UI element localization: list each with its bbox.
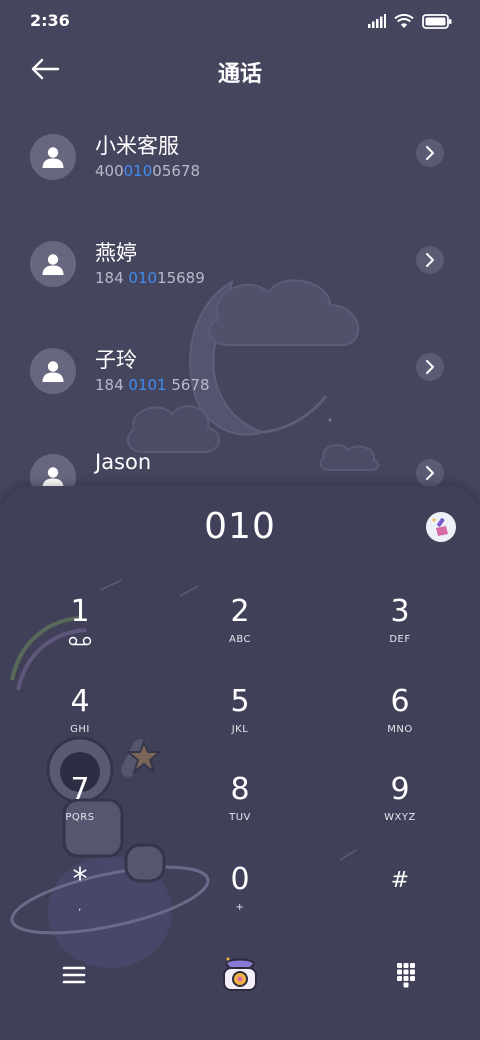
- chevron-right-icon: [426, 360, 434, 374]
- voicemail-icon: [68, 636, 92, 646]
- dialpad-bottom-bar: [0, 938, 480, 1018]
- dial-key-star[interactable]: * ,: [20, 854, 140, 934]
- chevron-right-icon: [426, 253, 434, 267]
- dial-key-3[interactable]: 3 DEF: [340, 586, 460, 666]
- person-icon: [42, 147, 64, 168]
- contact-details-button[interactable]: [416, 353, 444, 381]
- contact-number: 184 0101 5678: [95, 376, 210, 394]
- chevron-right-icon: [426, 466, 434, 480]
- dial-key-0[interactable]: 0 +: [180, 854, 300, 934]
- app-bar: 通话: [0, 42, 480, 98]
- status-time: 2:36: [30, 11, 70, 30]
- contact-name: Jason: [95, 450, 152, 474]
- keypad-grid-icon: [397, 963, 415, 988]
- menu-button[interactable]: [60, 962, 90, 988]
- dial-key-1[interactable]: 1: [20, 586, 140, 666]
- contact-item[interactable]: 小米客服 40001005678: [0, 114, 480, 204]
- contact-name: 小米客服: [95, 134, 179, 158]
- contact-name: 子玲: [95, 348, 137, 372]
- contact-details-button[interactable]: [416, 139, 444, 167]
- status-bar: 2:36: [0, 0, 480, 42]
- dial-key-hash[interactable]: #: [340, 854, 460, 934]
- call-button[interactable]: [216, 950, 264, 998]
- broom-icon: [432, 518, 448, 536]
- dial-key-2[interactable]: 2 ABC: [180, 586, 300, 666]
- contact-number: 184 01015689: [95, 269, 205, 287]
- dial-key-7[interactable]: 7 PQRS: [20, 764, 140, 844]
- signal-icon: [368, 14, 386, 28]
- keypad-toggle-button[interactable]: [392, 960, 420, 988]
- avatar: [30, 348, 76, 394]
- telephone-icon: [223, 957, 257, 991]
- dialpad-panel: 010 1 2 ABC 3 DEF 4 GHI 5 JKL 6 MNO 7 PQ…: [0, 486, 480, 1040]
- menu-icon: [62, 966, 86, 984]
- contact-number: 40001005678: [95, 162, 200, 180]
- person-icon: [42, 361, 64, 382]
- dial-key-8[interactable]: 8 TUV: [180, 764, 300, 844]
- avatar: [30, 241, 76, 287]
- contact-name: 燕婷: [95, 241, 137, 265]
- dial-key-9[interactable]: 9 WXYZ: [340, 764, 460, 844]
- dial-key-4[interactable]: 4 GHI: [20, 676, 140, 756]
- avatar: [30, 134, 76, 180]
- contact-details-button[interactable]: [416, 246, 444, 274]
- clean-button[interactable]: [426, 512, 456, 542]
- battery-icon: [422, 13, 452, 29]
- contact-item[interactable]: 燕婷 184 01015689: [0, 221, 480, 311]
- page-title: 通话: [217, 62, 262, 87]
- status-icons: [368, 12, 452, 30]
- person-icon: [42, 254, 64, 275]
- contact-details-button[interactable]: [416, 459, 444, 487]
- dial-key-5[interactable]: 5 JKL: [180, 676, 300, 756]
- chevron-right-icon: [426, 146, 434, 160]
- dialed-number: 010: [204, 506, 276, 547]
- wifi-icon: [394, 13, 414, 28]
- contact-item[interactable]: 子玲 184 0101 5678: [0, 328, 480, 418]
- dial-key-6[interactable]: 6 MNO: [340, 676, 460, 756]
